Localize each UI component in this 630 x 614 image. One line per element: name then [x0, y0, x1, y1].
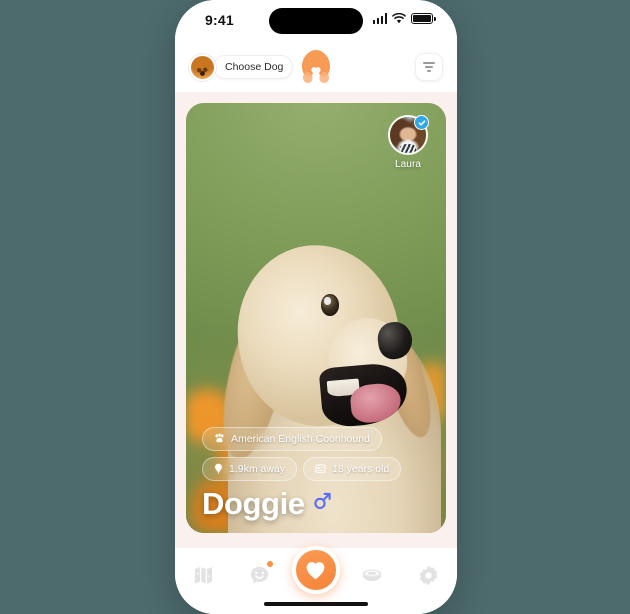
verified-badge-icon [414, 115, 429, 130]
owner-avatar[interactable] [388, 115, 429, 155]
sidebar-item-food[interactable] [352, 560, 392, 590]
dog-avatar[interactable] [189, 53, 216, 81]
dog-card[interactable]: Laura American English Coonhound 1.9km a… [186, 103, 446, 533]
distance-pill: 1.9km away [202, 456, 298, 481]
discover-button[interactable] [291, 546, 340, 594]
sidebar-item-settings[interactable] [409, 560, 449, 590]
filter-button[interactable] [415, 53, 443, 81]
battery-full-icon [411, 13, 436, 24]
breed-pill: American English Coonhound [202, 426, 382, 451]
male-gender-icon [314, 493, 331, 510]
dynamic-island [269, 8, 363, 34]
wifi-icon [392, 13, 406, 24]
breed-row: American English Coonhound [202, 426, 430, 451]
dog-name: Doggie [202, 485, 305, 521]
age-label: 18 years old [332, 462, 390, 475]
location-pin-icon [215, 464, 222, 474]
paw-icon [215, 433, 224, 443]
sidebar-item-chat[interactable] [240, 560, 280, 590]
status-time: 9:41 [205, 12, 234, 28]
breed-label: American English Coonhound [231, 432, 370, 445]
map-icon [194, 566, 212, 584]
app-logo-heart-paw [302, 50, 330, 83]
choose-dog-control[interactable]: Choose Dog [189, 53, 294, 81]
sidebar-item-discover[interactable] [291, 546, 340, 594]
chat-notification-badge [266, 561, 273, 567]
heart-icon [307, 561, 325, 579]
calendar-icon [315, 464, 326, 474]
app-header: Choose Dog [175, 42, 457, 92]
age-pill: 18 years old [303, 456, 402, 481]
owner-name: Laura [394, 159, 422, 170]
phone-frame: 9:41 Choose Dog Laura American English C… [175, 0, 457, 614]
distance-label: 1.9km away [229, 462, 286, 475]
gear-icon [420, 565, 438, 585]
dog-name-row: Doggie [202, 485, 430, 521]
cellular-bars-icon [372, 13, 387, 24]
filter-icon [423, 62, 435, 72]
sidebar-item-map[interactable] [183, 560, 223, 590]
meta-row: 1.9km away 18 years old [202, 456, 430, 481]
status-icons [372, 13, 436, 24]
dog-info-overlay: American English Coonhound 1.9km away 18… [202, 426, 430, 521]
chat-icon [250, 566, 269, 583]
owner-block[interactable]: Laura [384, 115, 432, 170]
choose-dog-button[interactable]: Choose Dog [213, 55, 294, 79]
status-bar: 9:41 [175, 0, 457, 42]
bowl-icon [363, 569, 382, 581]
app-content: Laura American English Coonhound 1.9km a… [175, 92, 457, 547]
home-indicator [264, 601, 368, 606]
